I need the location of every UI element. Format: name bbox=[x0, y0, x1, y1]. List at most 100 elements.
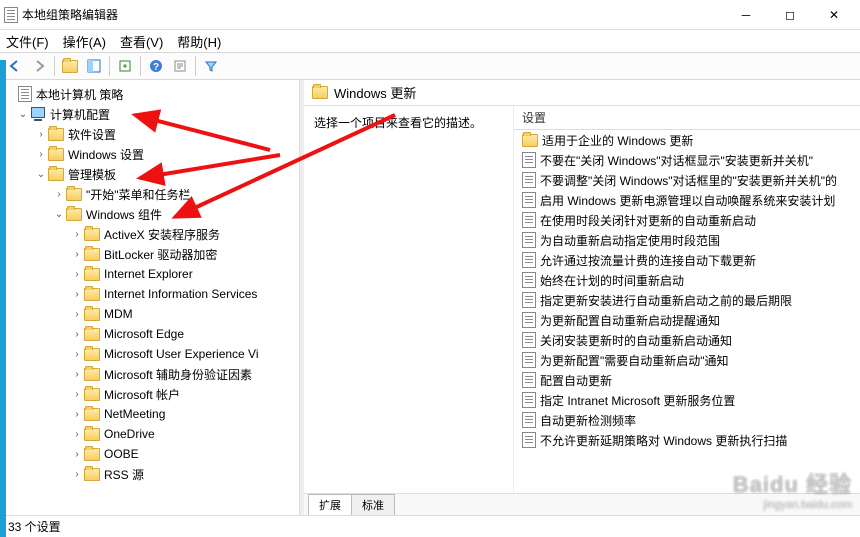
tree-label: BitLocker 驱动器加密 bbox=[104, 246, 217, 263]
folder-icon bbox=[84, 308, 100, 321]
tree-admin-templates[interactable]: ⌄ 管理模板 bbox=[0, 164, 299, 184]
status-text: 33 个设置 bbox=[8, 518, 61, 535]
tree-label: Microsoft Edge bbox=[104, 327, 184, 341]
column-header-settings[interactable]: 设置 bbox=[514, 106, 860, 130]
tree-label: 软件设置 bbox=[68, 126, 116, 143]
tree-item[interactable]: ›NetMeeting bbox=[0, 404, 299, 424]
computer-icon bbox=[30, 107, 46, 121]
setting-icon bbox=[522, 272, 536, 288]
view-tabs: 扩展 标准 bbox=[304, 493, 860, 515]
menu-help[interactable]: 帮助(H) bbox=[177, 32, 221, 51]
setting-icon bbox=[522, 392, 536, 408]
tree-root[interactable]: ▶ 本地计算机 策略 bbox=[0, 84, 299, 104]
list-item[interactable]: 在使用时段关闭针对更新的自动重新启动 bbox=[514, 210, 860, 230]
folder-icon bbox=[48, 148, 64, 161]
setting-icon bbox=[522, 212, 536, 228]
folder-icon bbox=[84, 348, 100, 361]
tree-item[interactable]: ›Internet Information Services bbox=[0, 284, 299, 304]
folder-icon bbox=[84, 328, 100, 341]
tree-item[interactable]: ›Microsoft 帐户 bbox=[0, 384, 299, 404]
maximize-button[interactable]: ◻ bbox=[768, 0, 812, 30]
menu-bar: 文件(F) 操作(A) 查看(V) 帮助(H) bbox=[0, 30, 860, 52]
list-label: 指定更新安装进行自动重新启动之前的最后期限 bbox=[540, 292, 792, 309]
content-header: Windows 更新 bbox=[304, 80, 860, 106]
list-label: 不允许更新延期策略对 Windows 更新执行扫描 bbox=[540, 432, 787, 449]
folder-icon bbox=[84, 428, 100, 441]
tree-item[interactable]: ›Microsoft Edge bbox=[0, 324, 299, 344]
close-button[interactable]: ✕ bbox=[812, 0, 856, 30]
show-hide-tree-button[interactable] bbox=[83, 55, 105, 77]
tab-standard[interactable]: 标准 bbox=[351, 494, 395, 515]
setting-icon bbox=[522, 412, 536, 428]
filter-button[interactable] bbox=[200, 55, 222, 77]
tree-windows-components[interactable]: ⌄ Windows 组件 bbox=[0, 204, 299, 224]
list-item[interactable]: 不要调整"关闭 Windows"对话框里的"安装更新并关机"的 bbox=[514, 170, 860, 190]
list-item[interactable]: 为自动重新启动指定使用时段范围 bbox=[514, 230, 860, 250]
export-button[interactable] bbox=[114, 55, 136, 77]
tree-label: OOBE bbox=[104, 447, 139, 461]
folder-icon bbox=[84, 388, 100, 401]
list-item[interactable]: 配置自动更新 bbox=[514, 370, 860, 390]
list-item[interactable]: 启用 Windows 更新电源管理以自动唤醒系统来安装计划 bbox=[514, 190, 860, 210]
tree-item[interactable]: ›ActiveX 安装程序服务 bbox=[0, 224, 299, 244]
list-item[interactable]: 为更新配置自动重新启动提醒通知 bbox=[514, 310, 860, 330]
menu-file[interactable]: 文件(F) bbox=[6, 32, 49, 51]
folder-icon bbox=[84, 368, 100, 381]
list-item[interactable]: 为更新配置"需要自动重新启动"通知 bbox=[514, 350, 860, 370]
tree-item[interactable]: ›Internet Explorer bbox=[0, 264, 299, 284]
list-item[interactable]: 始终在计划的时间重新启动 bbox=[514, 270, 860, 290]
list-label: 不要在"关闭 Windows"对话框显示"安装更新并关机" bbox=[540, 152, 813, 169]
up-button[interactable] bbox=[59, 55, 81, 77]
minimize-button[interactable]: ─ bbox=[724, 0, 768, 30]
list-item[interactable]: 不允许更新延期策略对 Windows 更新执行扫描 bbox=[514, 430, 860, 450]
tree-label: RSS 源 bbox=[104, 466, 144, 483]
list-item[interactable]: 适用于企业的 Windows 更新 bbox=[514, 130, 860, 150]
navigation-tree[interactable]: ▶ 本地计算机 策略 ⌄ 计算机配置 › 软件设置 › Windows 设置 ⌄… bbox=[0, 80, 300, 515]
setting-icon bbox=[522, 292, 536, 308]
folder-icon bbox=[84, 448, 100, 461]
list-item[interactable]: 自动更新检测频率 bbox=[514, 410, 860, 430]
menu-view[interactable]: 查看(V) bbox=[120, 32, 163, 51]
setting-icon bbox=[522, 232, 536, 248]
tree-start-taskbar[interactable]: › "开始"菜单和任务栏 bbox=[0, 184, 299, 204]
tree-windows-settings[interactable]: › Windows 设置 bbox=[0, 144, 299, 164]
list-label: 适用于企业的 Windows 更新 bbox=[542, 132, 693, 149]
tree-item[interactable]: ›OOBE bbox=[0, 444, 299, 464]
folder-icon bbox=[84, 248, 100, 261]
tree-label: 管理模板 bbox=[68, 166, 116, 183]
list-item[interactable]: 关闭安装更新时的自动重新启动通知 bbox=[514, 330, 860, 350]
tree-item[interactable]: ›OneDrive bbox=[0, 424, 299, 444]
tree-software-settings[interactable]: › 软件设置 bbox=[0, 124, 299, 144]
back-button[interactable] bbox=[4, 55, 26, 77]
tree-item[interactable]: ›BitLocker 驱动器加密 bbox=[0, 244, 299, 264]
list-item[interactable]: 允许通过按流量计费的连接自动下载更新 bbox=[514, 250, 860, 270]
list-item[interactable]: 指定更新安装进行自动重新启动之前的最后期限 bbox=[514, 290, 860, 310]
setting-icon bbox=[522, 312, 536, 328]
folder-icon bbox=[66, 208, 82, 221]
properties-button[interactable] bbox=[169, 55, 191, 77]
menu-action[interactable]: 操作(A) bbox=[63, 32, 106, 51]
tree-item[interactable]: ›RSS 源 bbox=[0, 464, 299, 484]
folder-icon bbox=[66, 188, 82, 201]
tree-item[interactable]: ›Microsoft 辅助身份验证因素 bbox=[0, 364, 299, 384]
folder-icon bbox=[84, 288, 100, 301]
tree-label: "开始"菜单和任务栏 bbox=[86, 186, 191, 203]
tree-label: MDM bbox=[104, 307, 133, 321]
tree-label: Microsoft 辅助身份验证因素 bbox=[104, 366, 252, 383]
tree-label: Internet Explorer bbox=[104, 267, 193, 281]
setting-icon bbox=[522, 352, 536, 368]
tree-item[interactable]: ›Microsoft User Experience Vi bbox=[0, 344, 299, 364]
folder-icon bbox=[84, 228, 100, 241]
tab-extended[interactable]: 扩展 bbox=[308, 494, 352, 515]
settings-list[interactable]: 设置 适用于企业的 Windows 更新 不要在"关闭 Windows"对话框显… bbox=[514, 106, 860, 493]
help-button[interactable]: ? bbox=[145, 55, 167, 77]
tree-item[interactable]: ›MDM bbox=[0, 304, 299, 324]
list-label: 关闭安装更新时的自动重新启动通知 bbox=[540, 332, 732, 349]
forward-button[interactable] bbox=[28, 55, 50, 77]
list-item[interactable]: 不要在"关闭 Windows"对话框显示"安装更新并关机" bbox=[514, 150, 860, 170]
tree-label: 计算机配置 bbox=[50, 106, 110, 123]
list-item[interactable]: 指定 Intranet Microsoft 更新服务位置 bbox=[514, 390, 860, 410]
tree-computer-config[interactable]: ⌄ 计算机配置 bbox=[0, 104, 299, 124]
content-title: Windows 更新 bbox=[334, 83, 416, 102]
toolbar: ? bbox=[0, 52, 860, 80]
